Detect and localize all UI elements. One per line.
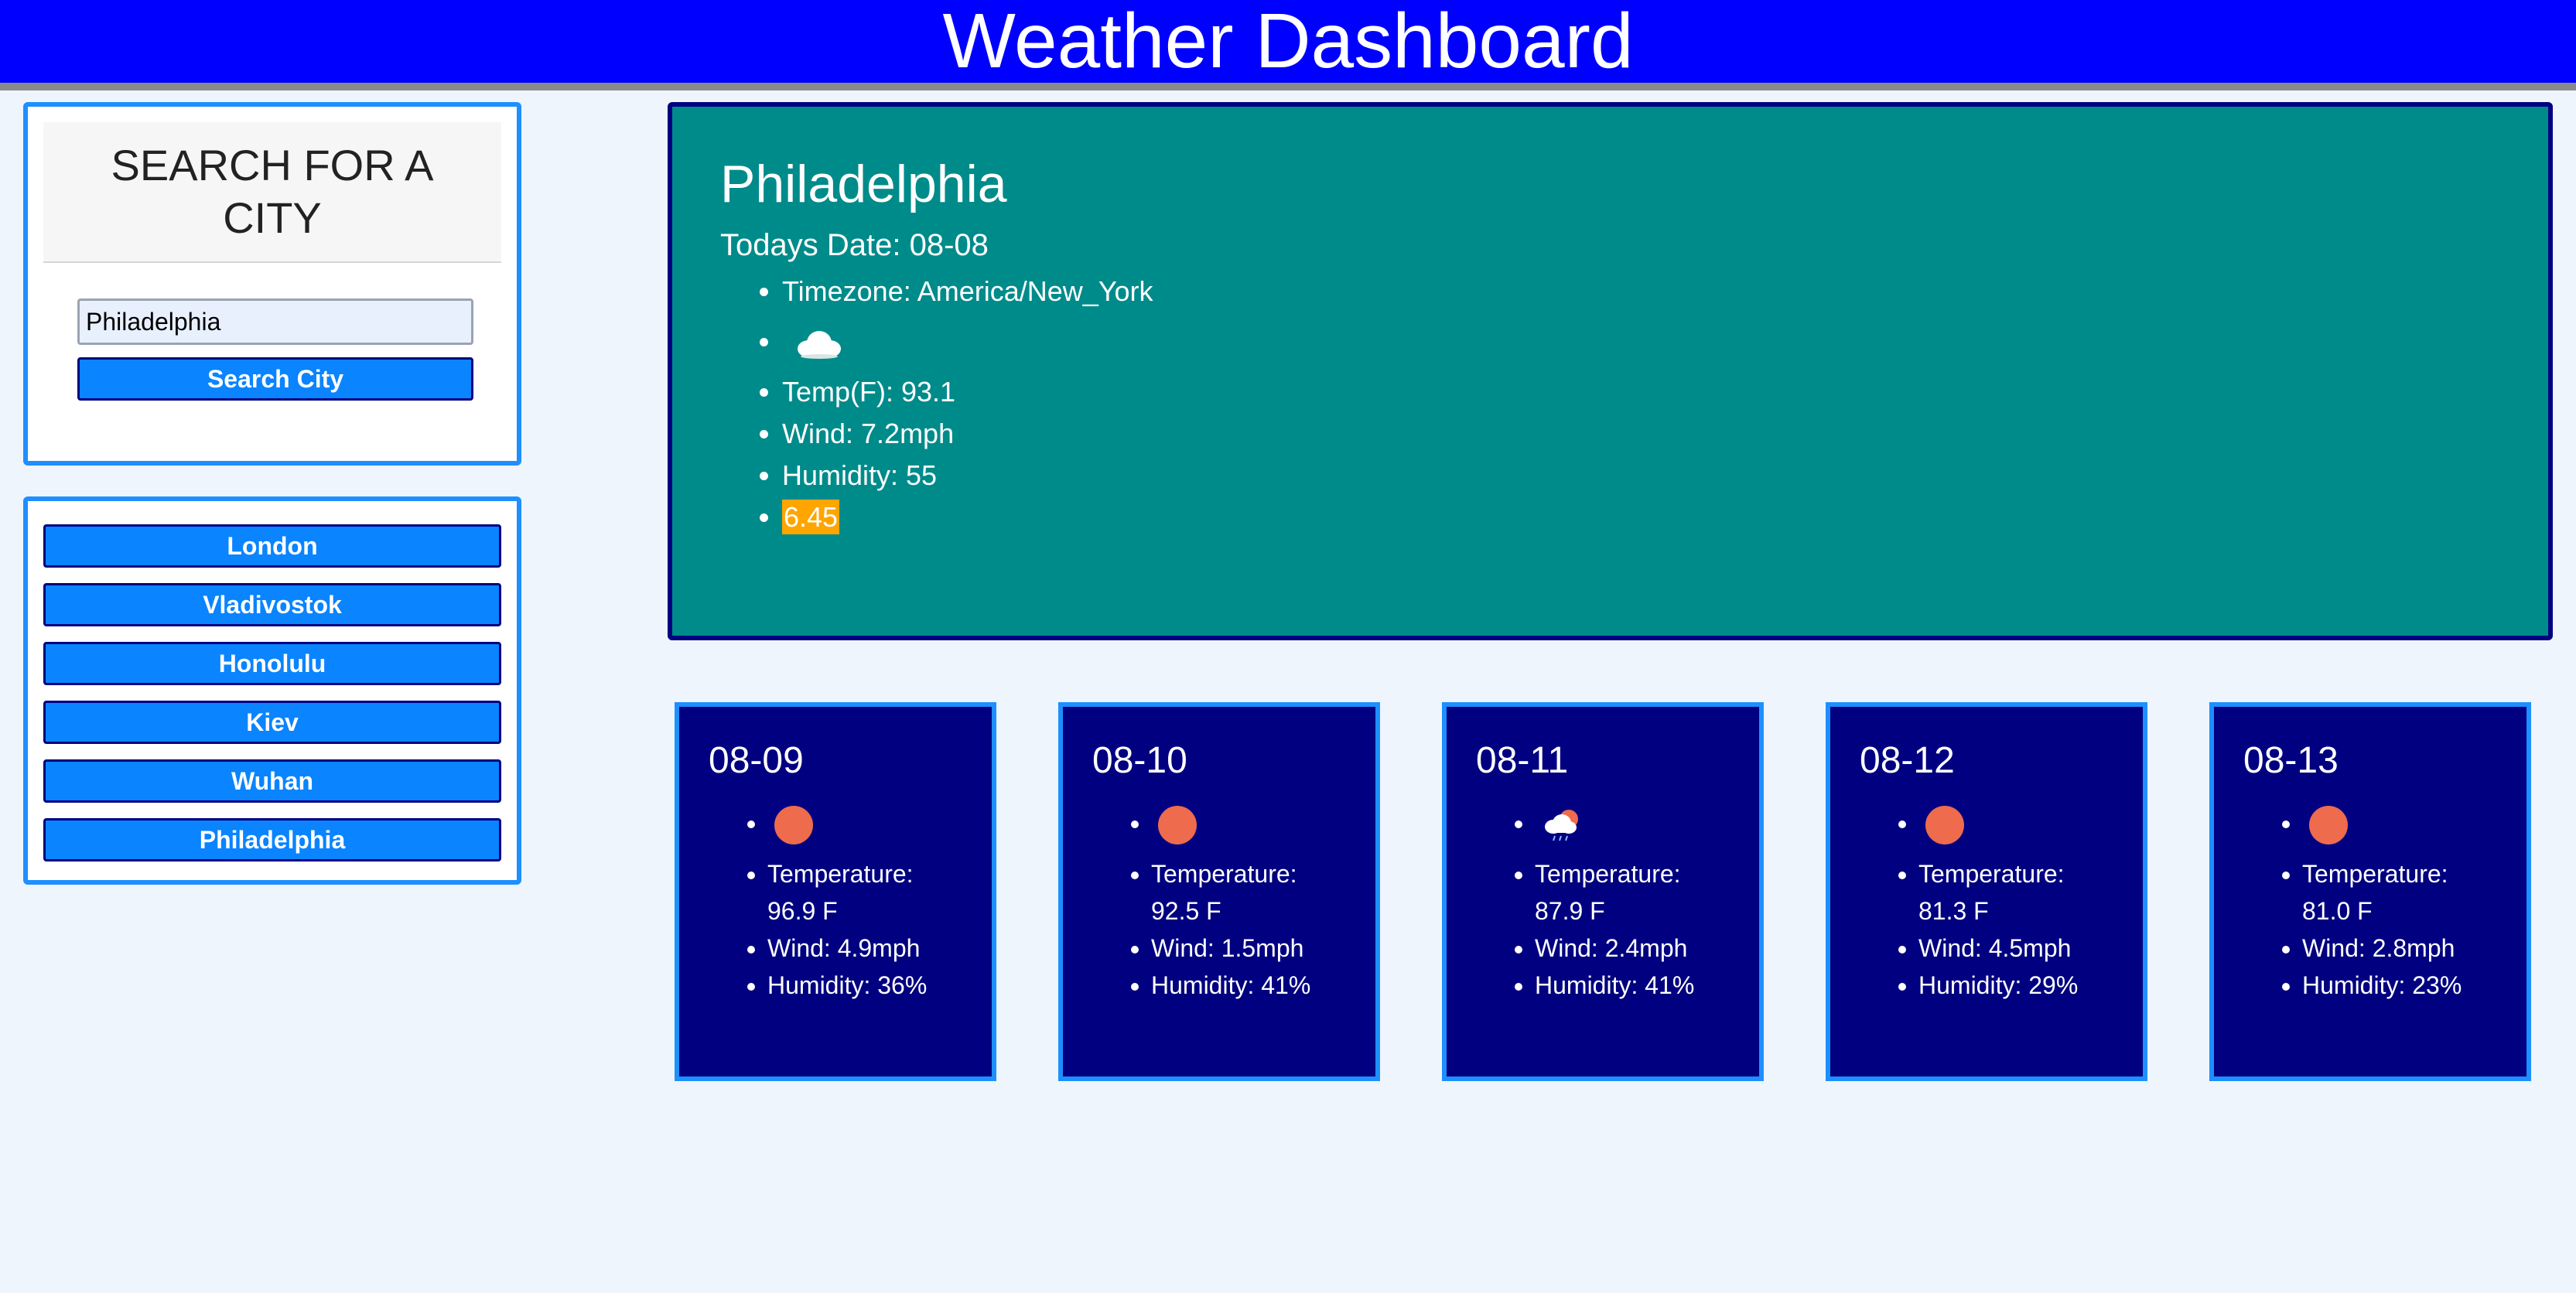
forecast-date: 08-10 (1092, 740, 1187, 781)
wind-item: Wind: 7.2mph (782, 413, 2548, 455)
forecast-humidity: Humidity: 36% (767, 967, 992, 1004)
page-title: Weather Dashboard (942, 0, 1634, 84)
forecast-date: 08-11 (1476, 740, 1569, 781)
forecast-icon-item (1151, 790, 1375, 855)
search-city-button[interactable]: Search City (77, 357, 473, 401)
forecast-humidity: Humidity: 23% (2302, 967, 2526, 1004)
cloud-icon (798, 331, 841, 360)
uv-index-badge: 6.45 (782, 500, 840, 534)
forecast-temperature: Temperature: 87.9 F (1535, 855, 1713, 930)
history-city-button[interactable]: Wuhan (43, 759, 501, 803)
current-weather-panel: Philadelphia Todays Date: 08-08 Timezone… (668, 102, 2553, 640)
uv-index-item: 6.45 (782, 496, 2548, 538)
forecast-temperature: Temperature: 96.9 F (767, 855, 945, 930)
history-city-button[interactable]: Kiev (43, 701, 501, 744)
sun-icon (774, 805, 813, 844)
current-date: Todays Date: 08-08 (720, 228, 989, 262)
current-city-name: Philadelphia (720, 155, 1007, 213)
forecast-temperature: Temperature: 81.0 F (2302, 855, 2480, 930)
history-city-button[interactable]: Vladivostok (43, 583, 501, 626)
humidity-item: Humidity: 55 (782, 455, 2548, 496)
forecast-wind: Wind: 1.5mph (1151, 930, 1375, 967)
sun-icon (2309, 805, 2348, 844)
forecast-card: 08-13 Temperature: 81.0 F Wind: 2.8mph H… (2209, 702, 2531, 1081)
forecast-card: 08-09 Temperature: 96.9 F Wind: 4.9mph H… (675, 702, 996, 1081)
page-header: Weather Dashboard (0, 0, 2576, 90)
forecast-card: 08-12 Temperature: 81.3 F Wind: 4.5mph H… (1826, 702, 2147, 1081)
current-weather-list: Timezone: America/New_York Temp(F): 93.1… (782, 271, 2548, 538)
forecast-temperature: Temperature: 92.5 F (1151, 855, 1329, 930)
forecast-date: 08-09 (709, 740, 804, 781)
forecast-icon-item (2302, 790, 2526, 855)
history-city-button[interactable]: Honolulu (43, 642, 501, 685)
sun-icon (1158, 805, 1197, 844)
search-panel: SEARCH FOR A CITY Search City (23, 102, 521, 466)
search-history-panel: London Vladivostok Honolulu Kiev Wuhan P… (23, 496, 521, 885)
forecast-date: 08-12 (1860, 740, 1955, 781)
forecast-humidity: Humidity: 41% (1535, 967, 1759, 1004)
forecast-date: 08-13 (2243, 740, 2339, 781)
forecast-wind: Wind: 4.5mph (1918, 930, 2143, 967)
timezone-item: Timezone: America/New_York (782, 271, 2548, 312)
forecast-icon-item (1535, 790, 1759, 855)
weather-icon-item (782, 312, 2548, 371)
forecast-icon-item (1918, 790, 2143, 855)
city-search-input[interactable] (77, 299, 473, 345)
forecast-card: 08-11 Temperature: 87.9 F Wind: 2.4mph H… (1442, 702, 1764, 1081)
forecast-humidity: Humidity: 29% (1918, 967, 2143, 1004)
rain-cloud-sun-icon (1545, 809, 1578, 841)
forecast-humidity: Humidity: 41% (1151, 967, 1375, 1004)
sun-icon (1925, 805, 1964, 844)
forecast-icon-item (767, 790, 992, 855)
temperature-item: Temp(F): 93.1 (782, 371, 2548, 413)
forecast-card: 08-10 Temperature: 92.5 F Wind: 1.5mph H… (1058, 702, 1380, 1081)
forecast-temperature: Temperature: 81.3 F (1918, 855, 2096, 930)
forecast-wind: Wind: 2.8mph (2302, 930, 2526, 967)
history-city-button[interactable]: London (43, 524, 501, 568)
forecast-wind: Wind: 2.4mph (1535, 930, 1759, 967)
history-city-button[interactable]: Philadelphia (43, 818, 501, 861)
forecast-wind: Wind: 4.9mph (767, 930, 992, 967)
search-heading: SEARCH FOR A CITY (43, 122, 501, 263)
